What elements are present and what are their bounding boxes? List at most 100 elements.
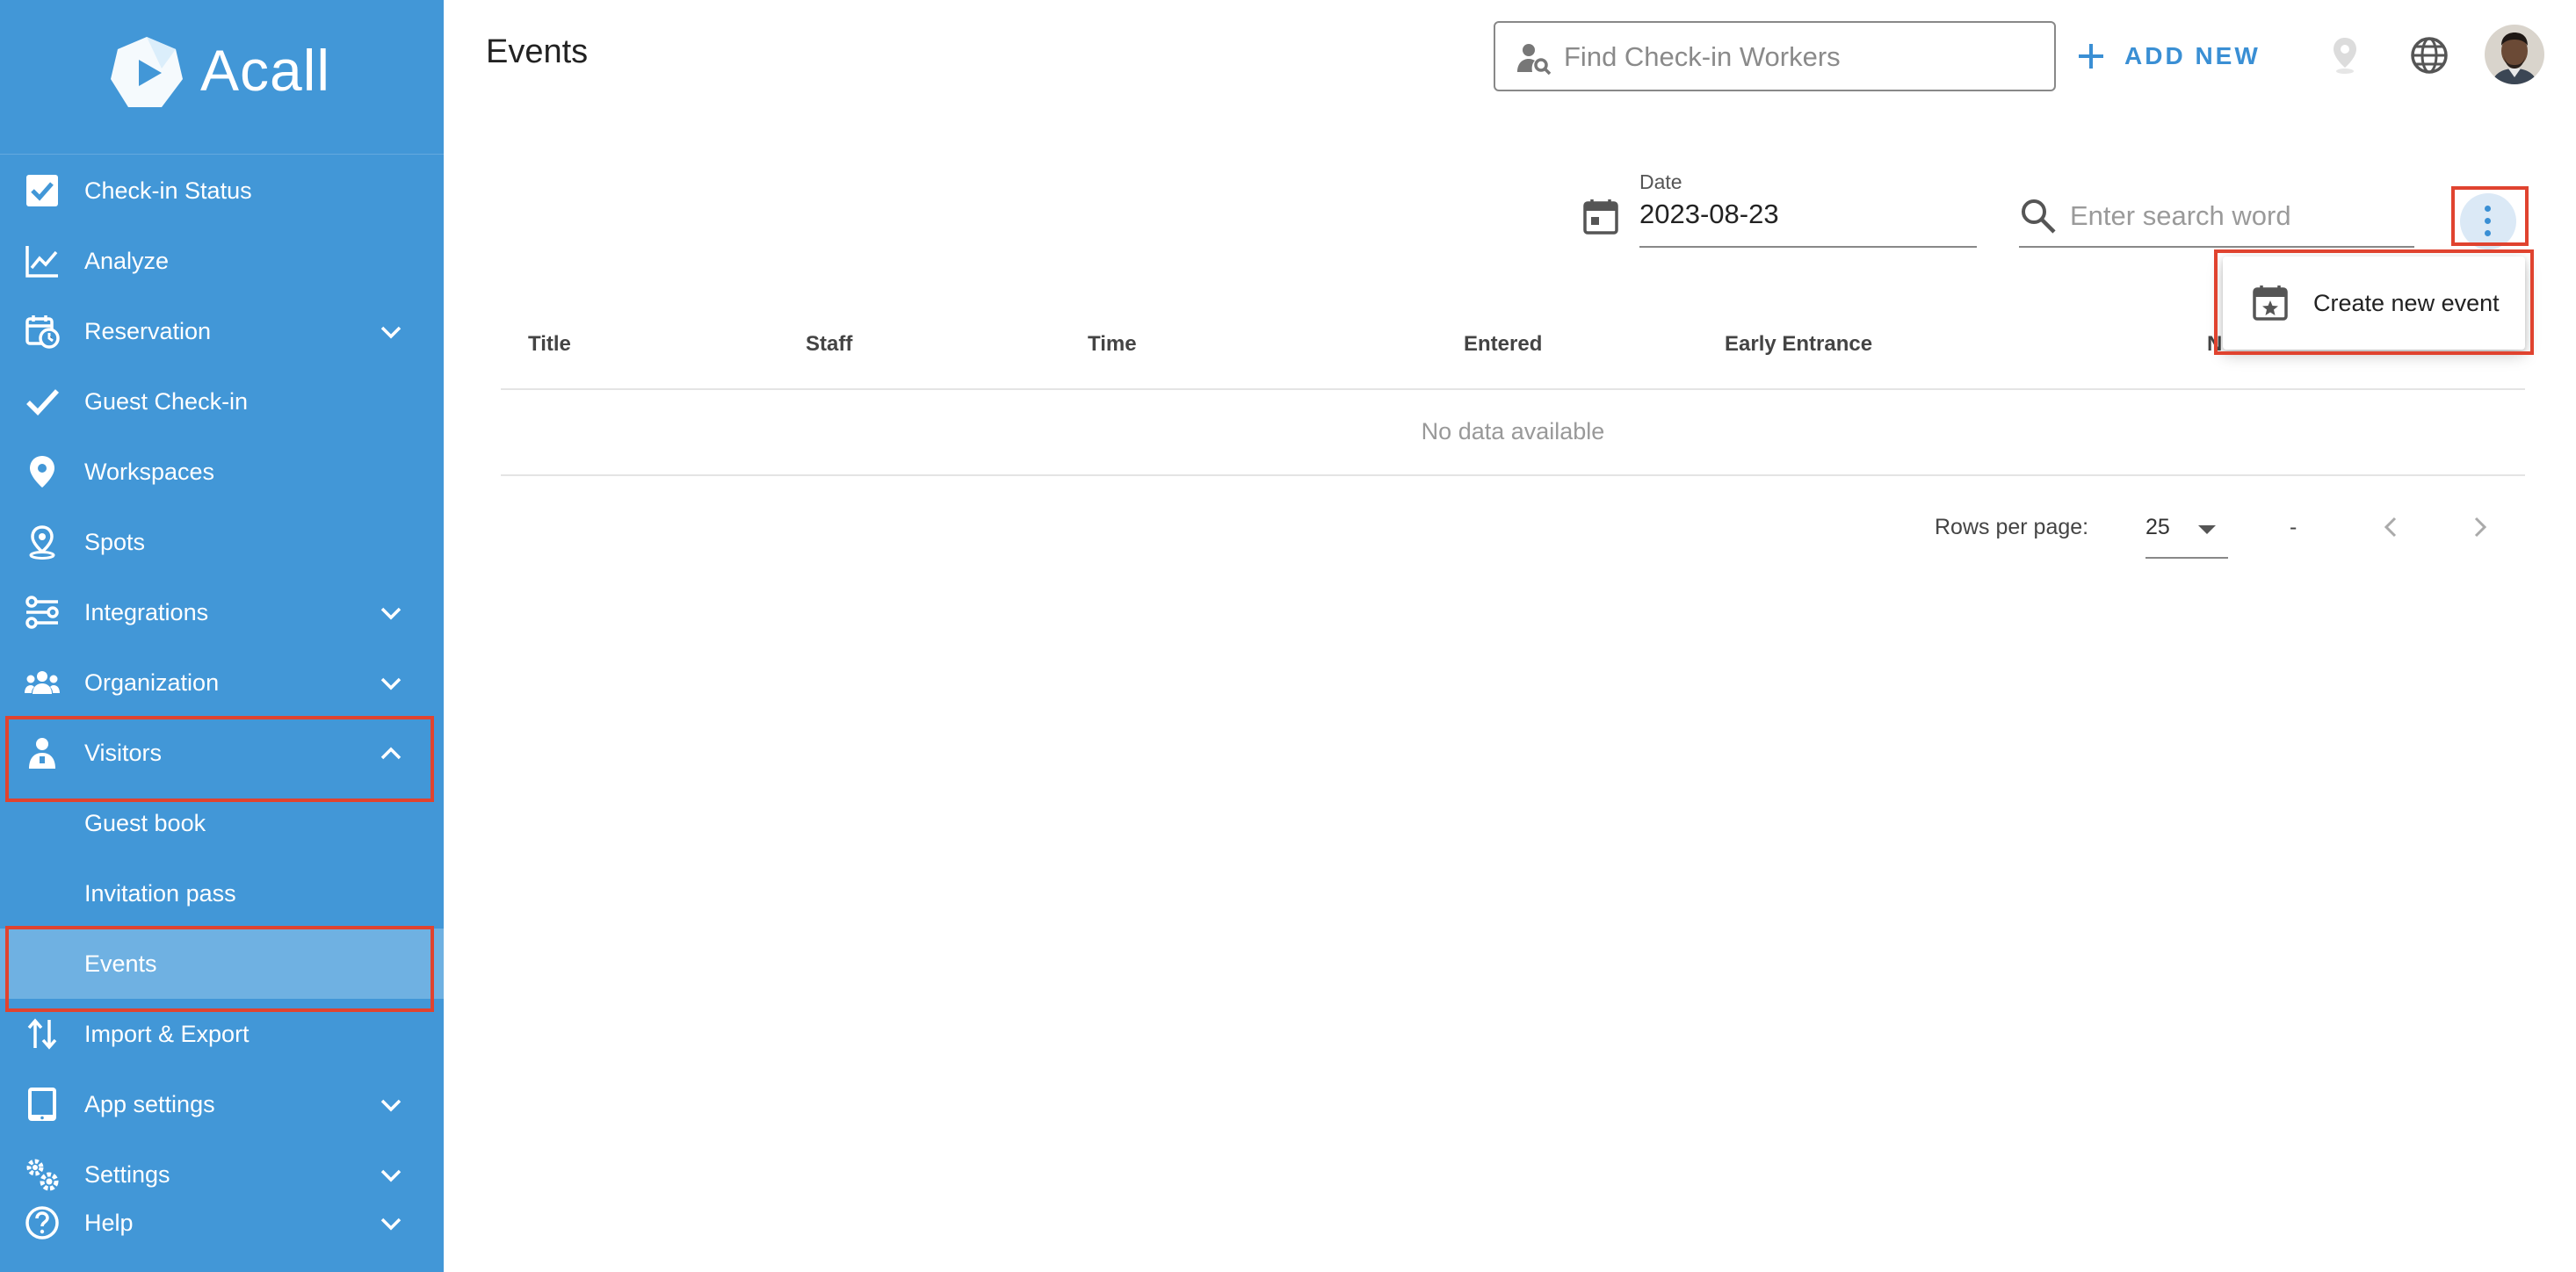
- column-header-entered[interactable]: Entered: [1464, 332, 1542, 357]
- import-export-icon: [27, 1018, 57, 1050]
- line-chart-icon: [25, 246, 58, 278]
- sidebar-item-workspaces[interactable]: Workspaces: [0, 437, 444, 507]
- sidebar-item-label: Reservation: [84, 317, 212, 344]
- sidebar-item-label: Integrations: [84, 598, 209, 625]
- rows-per-page-select[interactable]: 25: [2145, 504, 2228, 559]
- calendar-icon: [1583, 199, 1618, 235]
- rows-per-page-label: Rows per page:: [1935, 515, 2089, 539]
- chevron-down-icon[interactable]: [378, 600, 404, 626]
- sidebar-item-label: Organization: [84, 669, 220, 696]
- plus-icon: [2079, 44, 2103, 69]
- rows-per-page-underline: [2145, 557, 2228, 559]
- rows-per-page-value: 25: [2145, 515, 2170, 539]
- chevron-down-icon[interactable]: [378, 1092, 404, 1118]
- sidebar-item-visitors[interactable]: Visitors: [0, 718, 444, 788]
- date-underline: [1639, 246, 1977, 248]
- page-title: Events: [486, 33, 589, 70]
- sidebar-item-label: Visitors: [84, 739, 163, 766]
- sidebar-item-check-in-status[interactable]: Check-in Status: [0, 155, 444, 226]
- visitor-icon: [29, 738, 55, 769]
- create-new-event-menu-item[interactable]: Create new event: [2223, 257, 2525, 350]
- search-field[interactable]: [2019, 188, 2414, 248]
- sidebar-item-label: Spots: [84, 528, 146, 555]
- person-search-icon: [1517, 44, 1552, 76]
- table-header-divider: [501, 388, 2525, 390]
- location-pin-icon: [30, 456, 54, 488]
- dropdown-arrow-icon: [2198, 525, 2216, 534]
- sidebar-item-integrations[interactable]: Integrations: [0, 577, 444, 647]
- chevron-down-icon[interactable]: [378, 1162, 404, 1189]
- more-options-menu: Create new event: [2223, 257, 2525, 350]
- kebab-dot: [2485, 218, 2491, 224]
- search-input[interactable]: [2070, 192, 2404, 241]
- date-field[interactable]: Date 2023-08-23: [1581, 163, 1977, 248]
- find-check-in-workers[interactable]: [1494, 21, 2056, 91]
- sidebar-item-label: Invitation pass: [84, 879, 236, 907]
- sidebar-item-analyze[interactable]: Analyze: [0, 226, 444, 296]
- check-icon: [26, 389, 60, 416]
- sidebar-item-organization[interactable]: Organization: [0, 647, 444, 718]
- column-header-title[interactable]: Title: [528, 332, 571, 357]
- user-photo-icon: [2485, 25, 2544, 84]
- sidebar: Acall Check-in Status Analyze Reservatio…: [0, 0, 444, 1272]
- add-new-button[interactable]: ADD NEW: [2073, 32, 2261, 81]
- chevron-up-icon[interactable]: [378, 741, 404, 767]
- column-header-time[interactable]: Time: [1088, 332, 1137, 357]
- chevron-down-icon[interactable]: [378, 670, 404, 697]
- checkbox-icon: [26, 175, 58, 206]
- sidebar-item-label: Import & Export: [84, 1020, 250, 1047]
- create-new-event-label: Create new event: [2313, 290, 2500, 316]
- people-icon: [25, 671, 60, 694]
- chevron-down-icon[interactable]: [378, 1211, 404, 1237]
- search-icon: [2022, 199, 2056, 234]
- location-pin-icon[interactable]: [2325, 35, 2365, 76]
- table-bottom-divider: [501, 474, 2525, 476]
- kebab-dot: [2485, 230, 2491, 236]
- logo-text: Acall: [200, 38, 331, 103]
- column-header-early-entrance[interactable]: Early Entrance: [1725, 332, 1872, 357]
- column-header-staff[interactable]: Staff: [806, 332, 852, 357]
- calendar-clock-icon: [25, 315, 60, 349]
- sidebar-item-help[interactable]: Help: [0, 1188, 444, 1258]
- sidebar-item-label: Settings: [84, 1160, 170, 1188]
- user-avatar[interactable]: [2485, 25, 2544, 84]
- sidebar-item-label: Guest Check-in: [84, 387, 249, 415]
- spot-pin-icon: [29, 525, 55, 560]
- sidebar-item-events[interactable]: Events: [0, 929, 444, 999]
- search-underline: [2019, 246, 2414, 248]
- calendar-star-icon: [2253, 285, 2288, 321]
- help-icon: [25, 1206, 59, 1239]
- gears-icon: [26, 1159, 59, 1191]
- find-check-in-workers-input[interactable]: [1564, 33, 2038, 81]
- page-range-text: -: [2290, 515, 2297, 539]
- chevron-right-icon[interactable]: [2462, 510, 2497, 545]
- sidebar-item-guest-book[interactable]: Guest book: [0, 788, 444, 858]
- sidebar-item-invitation-pass[interactable]: Invitation pass: [0, 858, 444, 929]
- sidebar-item-label: Guest book: [84, 809, 206, 836]
- acall-logo-icon: [111, 37, 183, 107]
- sidebar-item-label: Help: [84, 1209, 134, 1236]
- sidebar-item-label: Check-in Status: [84, 177, 252, 204]
- sidebar-item-reservation[interactable]: Reservation: [0, 296, 444, 366]
- sidebar-item-guest-check-in[interactable]: Guest Check-in: [0, 366, 444, 437]
- chevron-left-icon[interactable]: [2374, 510, 2409, 545]
- date-value[interactable]: 2023-08-23: [1639, 199, 1779, 230]
- sidebar-item-label: Analyze: [84, 247, 170, 274]
- add-new-label: ADD NEW: [2124, 42, 2261, 69]
- sidebar-item-label: Events: [84, 950, 157, 977]
- sidebar-item-label: Workspaces: [84, 458, 215, 485]
- sidebar-item-label: App settings: [84, 1090, 215, 1117]
- sidebar-item-spots[interactable]: Spots: [0, 507, 444, 577]
- tablet-icon: [28, 1088, 56, 1121]
- app-logo[interactable]: Acall: [0, 0, 444, 155]
- globe-icon[interactable]: [2409, 35, 2449, 76]
- column-header-partial[interactable]: N: [2207, 332, 2222, 357]
- kebab-dot: [2485, 206, 2491, 212]
- more-options-button[interactable]: [2460, 193, 2516, 249]
- sidebar-item-app-settings[interactable]: App settings: [0, 1069, 444, 1139]
- chevron-down-icon[interactable]: [378, 319, 404, 345]
- date-label: Date: [1639, 170, 1682, 193]
- sidebar-item-import-export[interactable]: Import & Export: [0, 999, 444, 1069]
- empty-table-message: No data available: [1421, 418, 1605, 444]
- integrations-icon: [25, 596, 59, 629]
